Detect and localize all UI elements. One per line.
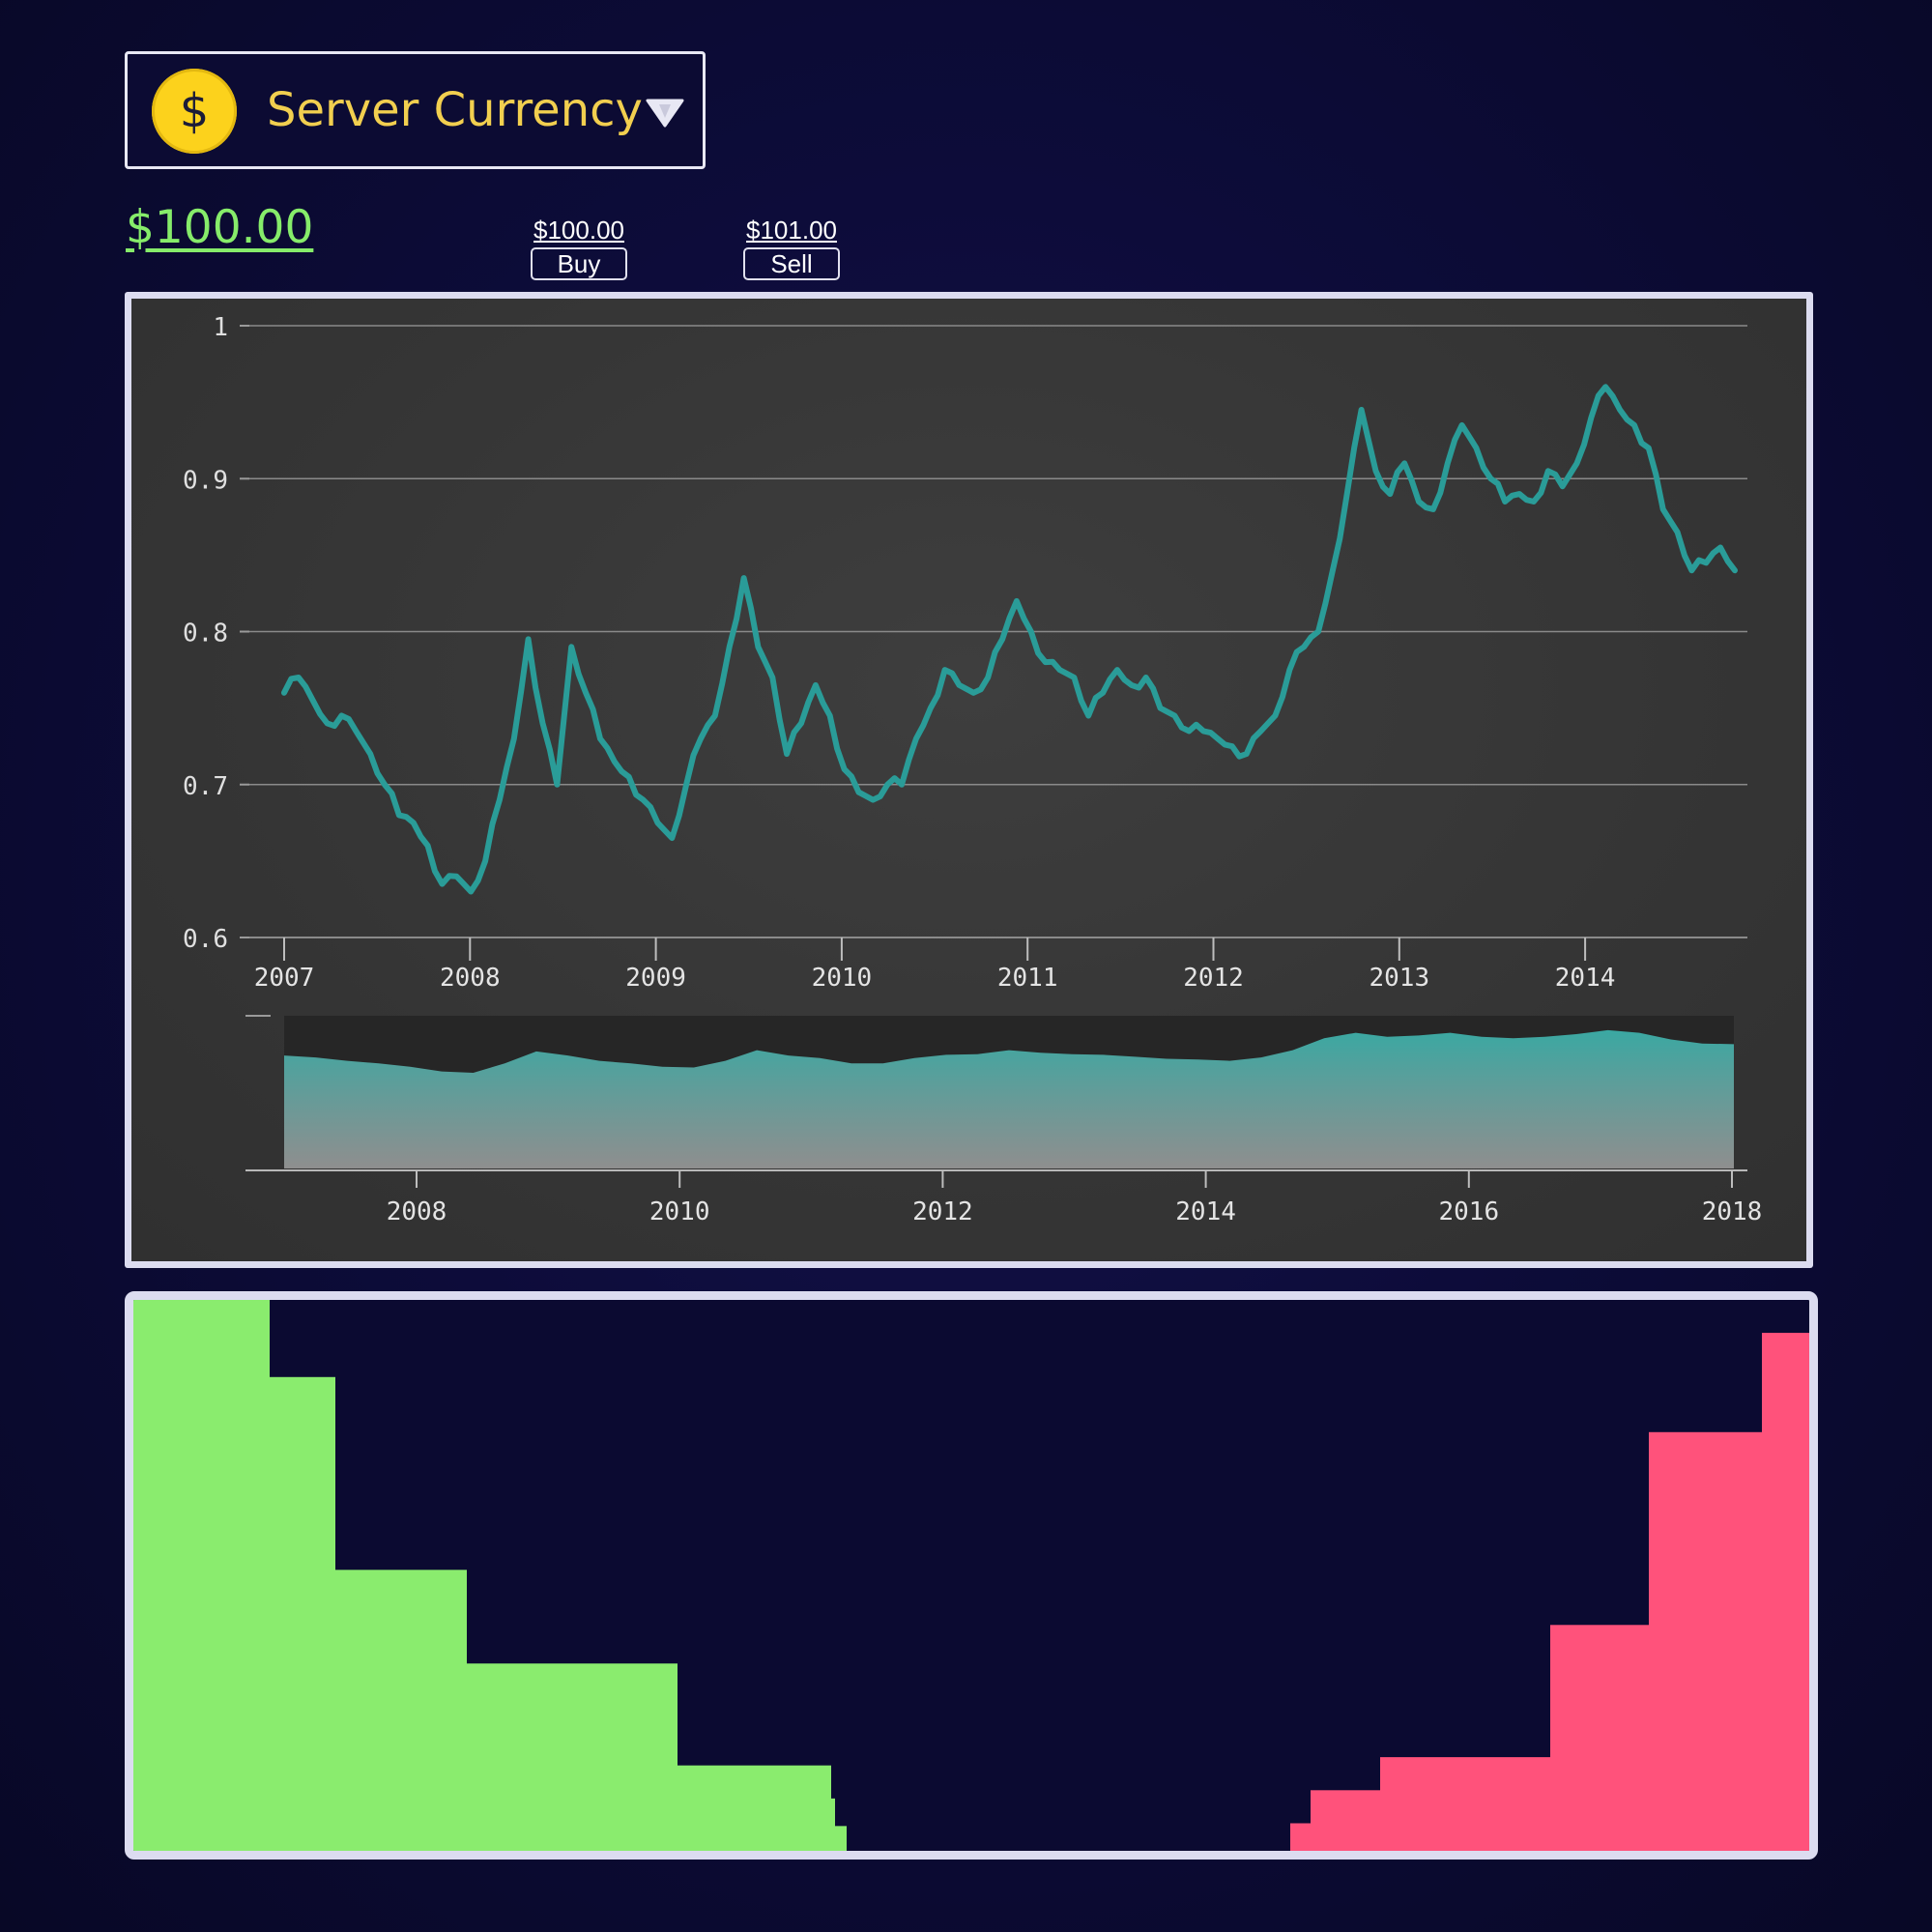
- bid-step: [835, 1826, 847, 1851]
- price-chart-panel: 0.6 0.7 0.8 0.9 1 2007 2008 2009 2010 2011 2012 201…: [131, 299, 1806, 1261]
- x-tick-label: 2007: [254, 964, 315, 993]
- currency-selector[interactable]: $ Server Currency: [125, 51, 706, 169]
- x-tick-label: 2010: [812, 964, 873, 993]
- bid-step: [335, 1570, 467, 1851]
- price-chart-frame: 0.6 0.7 0.8 0.9 1 2007 2008 2009 2010 2011 2012 201…: [125, 292, 1813, 1268]
- bid-step: [678, 1765, 831, 1851]
- x-tick-label: 2012: [1183, 964, 1244, 993]
- sell-button[interactable]: Sell: [743, 247, 840, 280]
- y-tick-label: 1: [213, 313, 228, 342]
- ask-step: [1311, 1790, 1380, 1851]
- buy-group: $100.00 Buy: [526, 215, 632, 280]
- x-tick-label: 2008: [440, 964, 501, 993]
- ask-step: [1649, 1431, 1762, 1851]
- dollar-coin-icon: $: [152, 69, 237, 154]
- chevron-down-icon[interactable]: [646, 97, 684, 130]
- sell-price: $101.00: [746, 216, 837, 245]
- y-tick-label: 0.7: [183, 772, 228, 801]
- x-tick-label: 2009: [625, 964, 686, 993]
- sell-group: $101.00 Sell: [738, 215, 845, 280]
- y-tick-label: 0.9: [183, 466, 228, 495]
- bid-step: [270, 1376, 335, 1851]
- order-depth-chart: [133, 1300, 1809, 1851]
- order-depth-frame: [125, 1291, 1818, 1860]
- x-tick-label: 2011: [997, 964, 1058, 993]
- ask-step: [1380, 1757, 1550, 1851]
- y-tick-label: 0.6: [183, 925, 228, 954]
- ask-step: [1762, 1333, 1809, 1851]
- buy-price: $100.00: [533, 216, 624, 245]
- price-chart: 0.6 0.7 0.8 0.9 1 2007 2008 2009 2010 2011 2012 201…: [183, 313, 1763, 1226]
- navigator-x-tick-label: 2008: [387, 1197, 447, 1226]
- x-tick-label: 2014: [1555, 964, 1616, 993]
- x-tick-label: 2013: [1369, 964, 1429, 993]
- currency-name: Server Currency: [267, 83, 643, 137]
- y-tick-label: 0.8: [183, 620, 228, 649]
- navigator-x-tick-label: 2010: [649, 1197, 710, 1226]
- balance-amount: $100.00: [126, 201, 314, 254]
- navigator-x-tick-label: 2018: [1702, 1197, 1763, 1226]
- bid-step: [831, 1798, 835, 1851]
- buy-button[interactable]: Buy: [531, 247, 627, 280]
- navigator-x-tick-label: 2014: [1175, 1197, 1236, 1226]
- ask-step: [1290, 1823, 1311, 1851]
- navigator-x-tick-label: 2016: [1438, 1197, 1499, 1226]
- price-line: [281, 384, 1738, 895]
- ask-step: [1550, 1625, 1649, 1851]
- currency-symbol: $: [179, 84, 210, 138]
- navigator-x-tick-label: 2012: [912, 1197, 973, 1226]
- bid-step: [133, 1300, 270, 1851]
- bid-step: [467, 1663, 678, 1851]
